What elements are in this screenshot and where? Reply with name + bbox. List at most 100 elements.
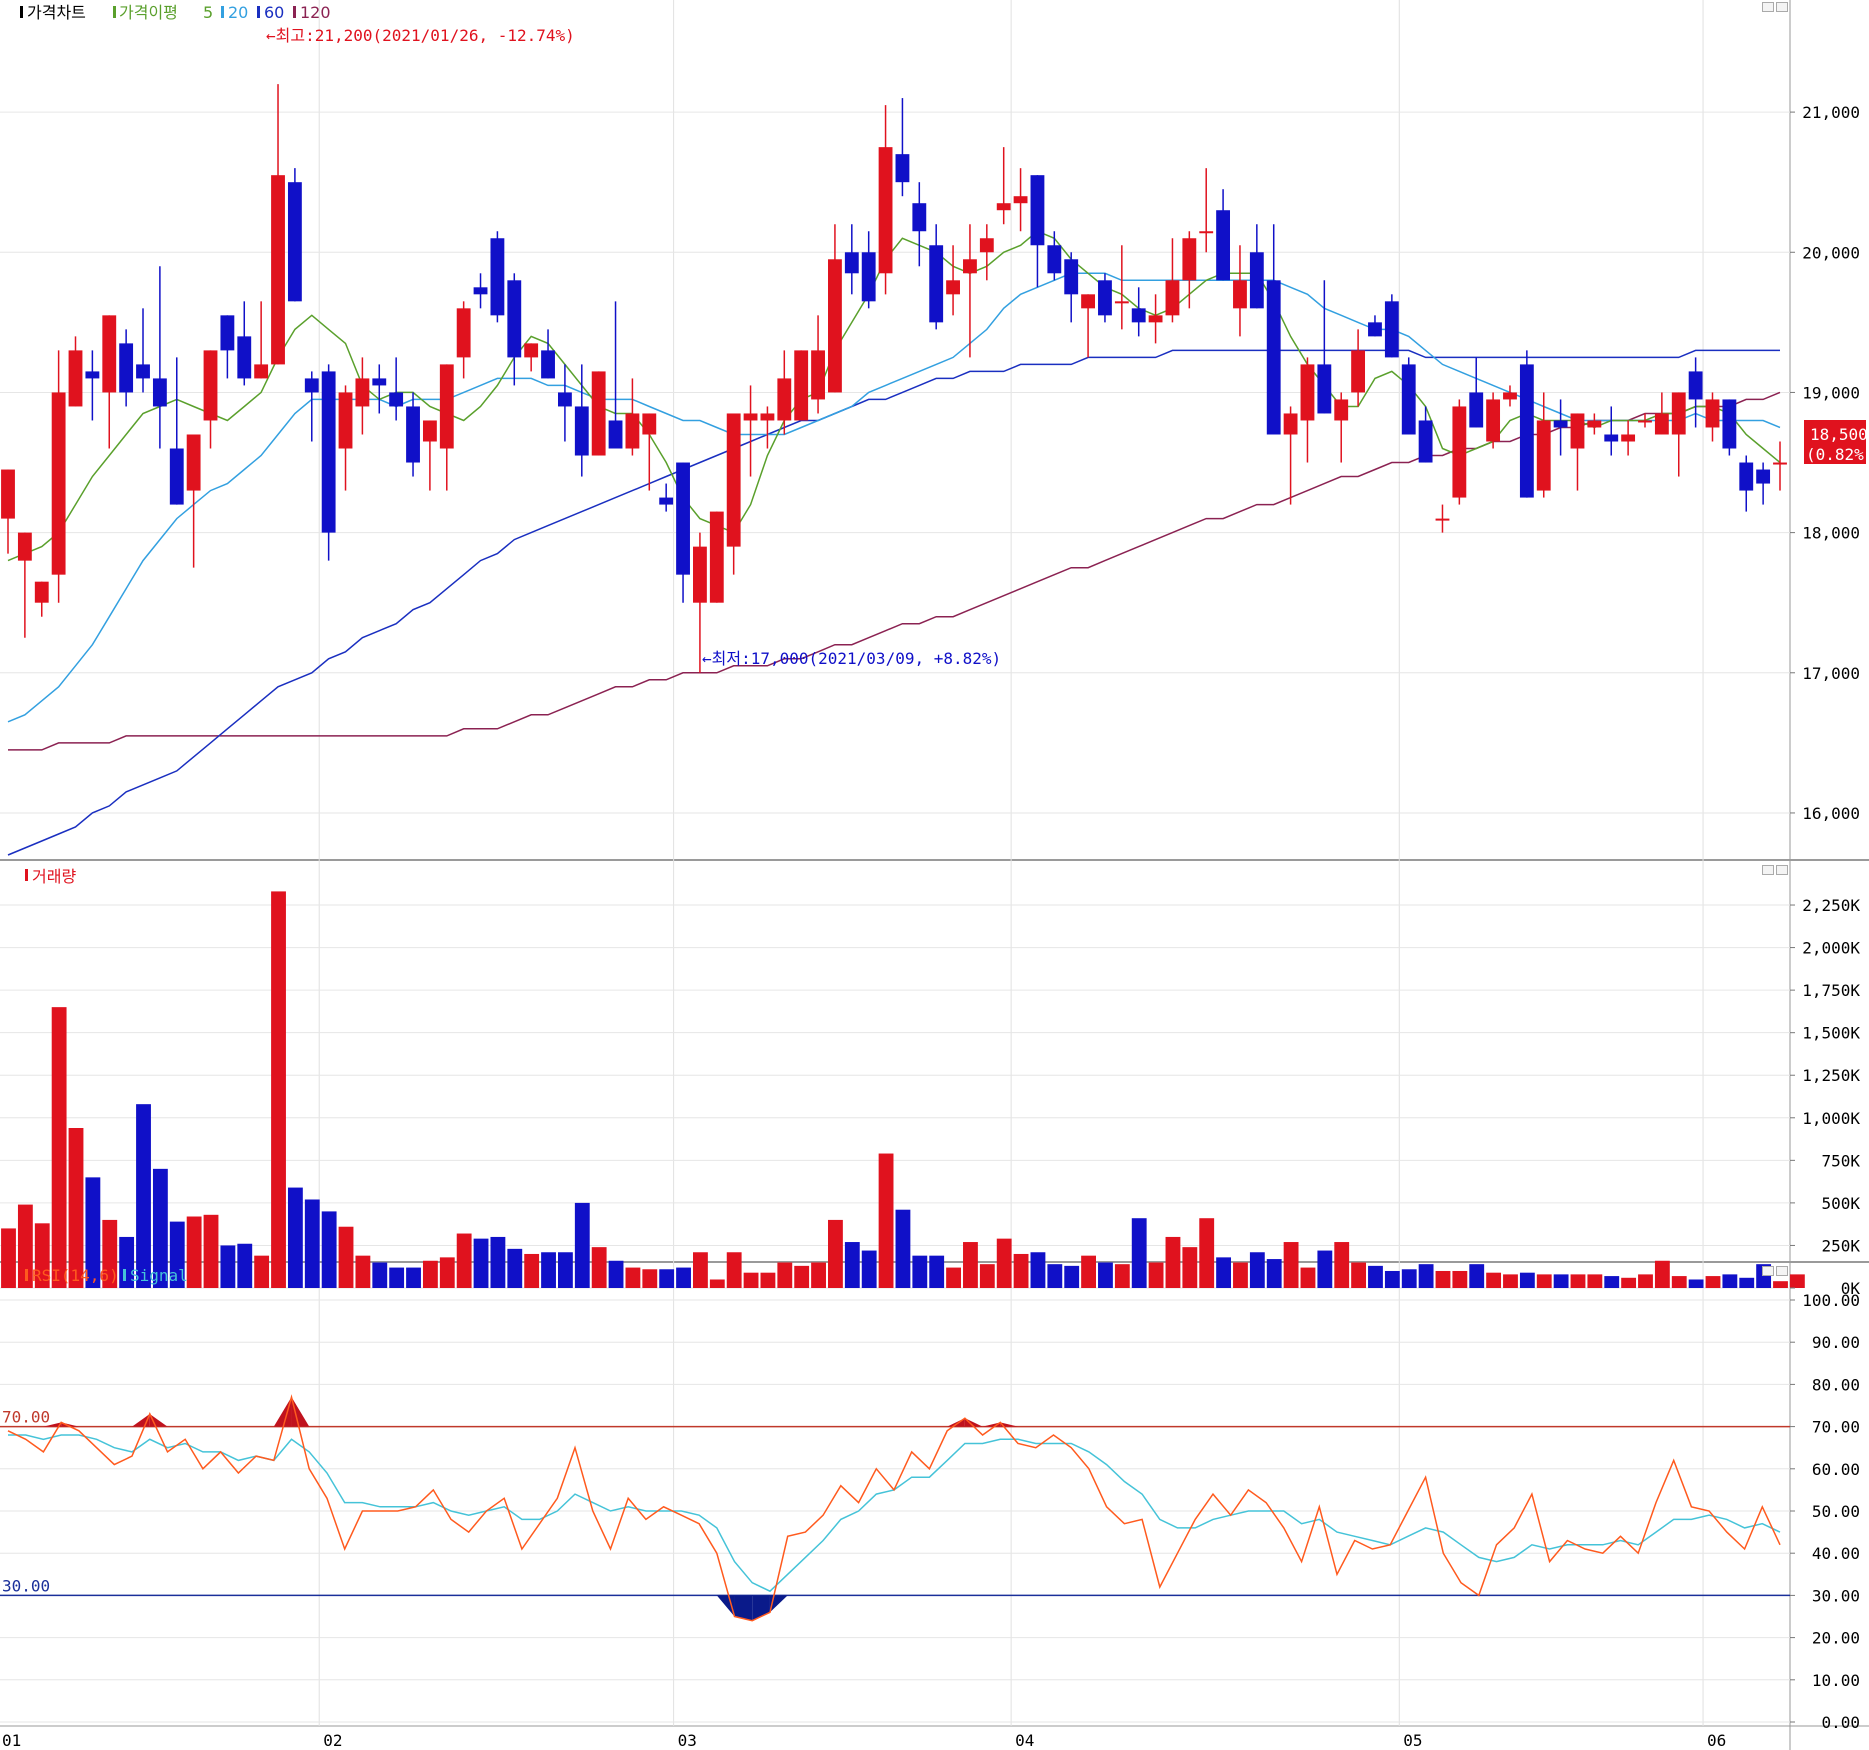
price-panel-minimize-button[interactable] [1762,2,1774,12]
candle-body [1519,364,1534,498]
volume-bar [1249,1252,1265,1288]
candle-body [591,371,606,456]
volume-bar [355,1255,371,1288]
volume-bar [1604,1276,1620,1288]
volume-bar [912,1255,928,1288]
candle-body [169,448,184,505]
candle-body [709,511,724,603]
price-tick-label: 21,000 [1802,103,1860,122]
volume-bar [1182,1247,1198,1288]
candle-body [963,259,977,274]
volume-panel-close-button[interactable] [1776,865,1788,875]
low-annotation: ←최저:17,000(2021/03/09, +8.82%) [702,649,1001,668]
volume-bar [1739,1277,1755,1288]
candle-body [1098,280,1112,316]
candle-body [1266,280,1281,435]
volume-bar [1131,1218,1147,1288]
ma20-legend-marker [221,6,224,18]
volume-bar [1435,1270,1451,1288]
volume-bar [1199,1218,1215,1288]
volume-bar [709,1279,725,1288]
volume-bar [321,1211,337,1288]
volume-bar [996,1238,1012,1288]
volume-tick-label: 2,000K [1802,939,1860,958]
candle-body [1148,315,1163,323]
volume-bar [1047,1264,1063,1288]
volume-bar [625,1267,641,1288]
volume-bar [1621,1277,1637,1288]
volume-bar [507,1248,523,1288]
volume-bar [439,1257,455,1288]
candle-body [642,413,657,435]
candle-body [912,203,927,232]
volume-bar [541,1252,556,1288]
candle-body [186,434,201,491]
candle-body [1182,238,1197,281]
ma60-legend: 60 [264,3,284,22]
rsi-panel-minimize-button[interactable] [1762,1266,1774,1276]
volume-bar [1519,1272,1535,1288]
price-panel-close-button[interactable] [1776,2,1788,12]
volume-bar [1368,1265,1383,1288]
volume-bar [794,1265,810,1288]
candle-body [794,350,809,421]
candle-body [1114,301,1129,304]
volume-bar [861,1250,877,1288]
volume-bar [1570,1274,1586,1288]
ma60-line [7,349,1780,856]
x-tick-label: 06 [1707,1731,1726,1750]
rsi-70-label: 70.00 [2,1408,50,1427]
volume-legend-marker [25,869,28,881]
x-tick-label: 03 [678,1731,697,1750]
volume-bar [1317,1250,1333,1288]
rsi-tick-label: 80.00 [1812,1375,1860,1394]
candle-body [1671,392,1686,435]
rsi-panel-close-button[interactable] [1776,1266,1788,1276]
stock-chart: 70.00 30.00 01 02 03 04 05 06 16,000 17,000 18,00… [0,0,1869,1750]
volume-bar [777,1262,793,1288]
candle-body [1249,252,1264,309]
candle-body [1756,469,1771,484]
ma60-series [7,349,1780,856]
candle-body [1300,364,1315,421]
ma120-legend: 120 [300,3,331,22]
candle-body [1452,406,1467,498]
rsi-legend-marker [25,1269,28,1281]
rsi-30-label: 30.00 [2,1576,50,1595]
candle-body [1047,245,1062,274]
volume-bar [895,1209,911,1288]
candle-body [1216,210,1231,281]
x-tick-label: 05 [1403,1731,1422,1750]
volume-bar [1283,1242,1299,1288]
candle-body [693,546,707,603]
volume-bar [979,1264,995,1288]
candle-body [372,378,387,386]
candle-body [51,392,66,575]
volume-panel-minimize-button[interactable] [1762,865,1774,875]
volume-bar [608,1260,624,1288]
rsi-series [7,1394,1781,1622]
volume-bar [1334,1242,1350,1288]
candle-body [1503,392,1517,400]
candle-body [490,238,505,316]
signal-legend-marker [123,1269,126,1281]
volume-bar [1013,1253,1029,1288]
candle-body [1165,280,1180,316]
ma-legend-label: 가격이평 [119,3,178,22]
candle-body [1334,399,1349,421]
candle-body [1351,350,1366,393]
volume-bar [1300,1267,1316,1288]
volume-bar [304,1199,320,1288]
volume-bar [406,1267,421,1288]
candle-body [1418,420,1433,463]
rsi-tick-label: 30.00 [1812,1586,1860,1605]
candle-body [287,182,302,302]
candle-body [1621,434,1636,442]
rsi-overbought-fill [273,1397,292,1427]
volume-bar [1418,1264,1434,1288]
volume-bar [591,1247,607,1288]
volume-bar [844,1242,860,1288]
candle-body [68,350,83,407]
volume-bar [271,891,286,1288]
volume-bar [726,1252,742,1288]
